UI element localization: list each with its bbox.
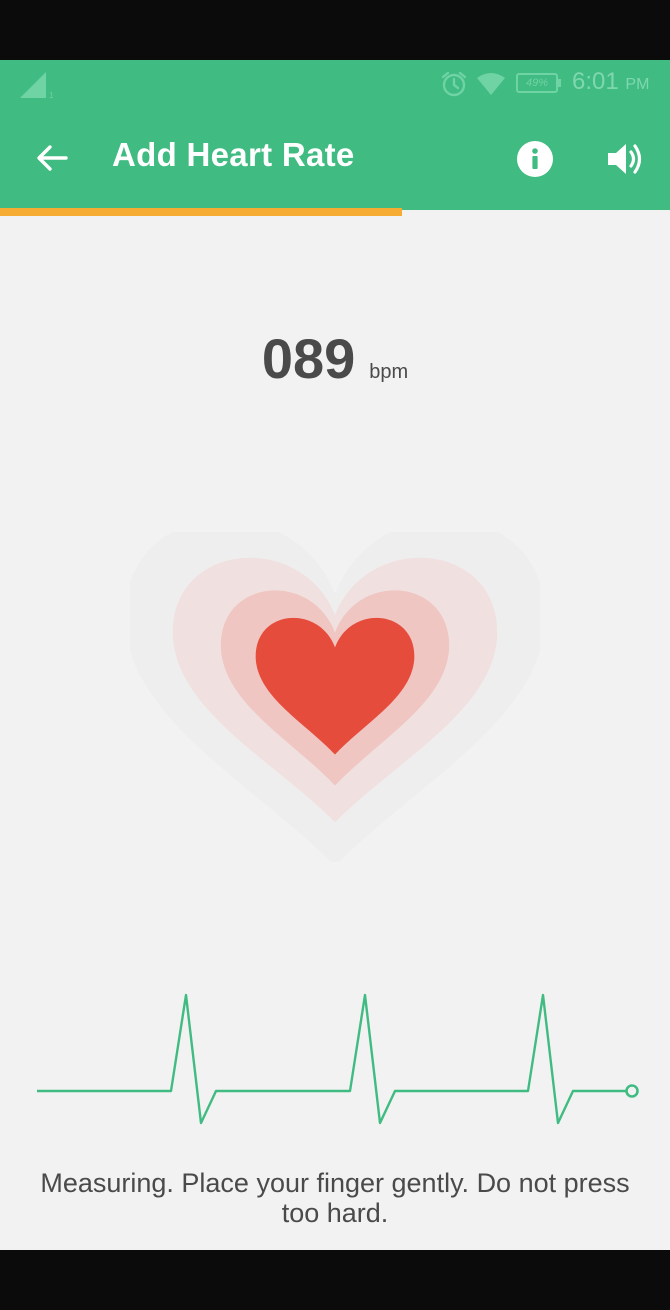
back-button[interactable] [30,138,74,178]
status-time-suffix: PM [625,76,650,93]
bottom-screen-border [0,1250,670,1310]
bpm-value: 089 [261,327,356,390]
bpm-unit: bpm [369,361,409,383]
wifi-icon [477,73,505,95]
measurement-instruction: Measuring. Place your finger gently. Do … [40,1168,630,1228]
info-icon [517,141,553,177]
measurement-progress-fill [0,208,402,216]
alarm-icon [441,71,467,97]
arrow-left-icon [37,145,68,171]
signal-icon: 1 [20,72,54,100]
app-bar: 1 49% 6:01 PM Add Heart Rate [0,60,670,210]
sound-button[interactable] [600,136,650,182]
page-title: Add Heart Rate [112,136,355,173]
bpm-readout: 089 bpm [0,326,670,391]
info-button[interactable] [512,136,558,182]
measurement-progress-bar [0,208,670,216]
battery-percent: 49% [525,77,549,89]
ecg-cursor-dot [625,1084,639,1098]
svg-text:1: 1 [49,91,54,100]
status-bar: 1 49% 6:01 PM [0,60,670,108]
volume-icon [608,144,642,174]
measurement-screen: 089 bpm Measuring. Place your finger gent… [0,208,670,1250]
top-screen-border [0,0,670,60]
battery-icon: 49% [516,73,562,93]
heart-pulse-icon [130,532,540,862]
ecg-waveform [37,993,639,1125]
status-time-value: 6:01 [572,68,619,95]
status-time: 6:01 PM [572,68,649,96]
